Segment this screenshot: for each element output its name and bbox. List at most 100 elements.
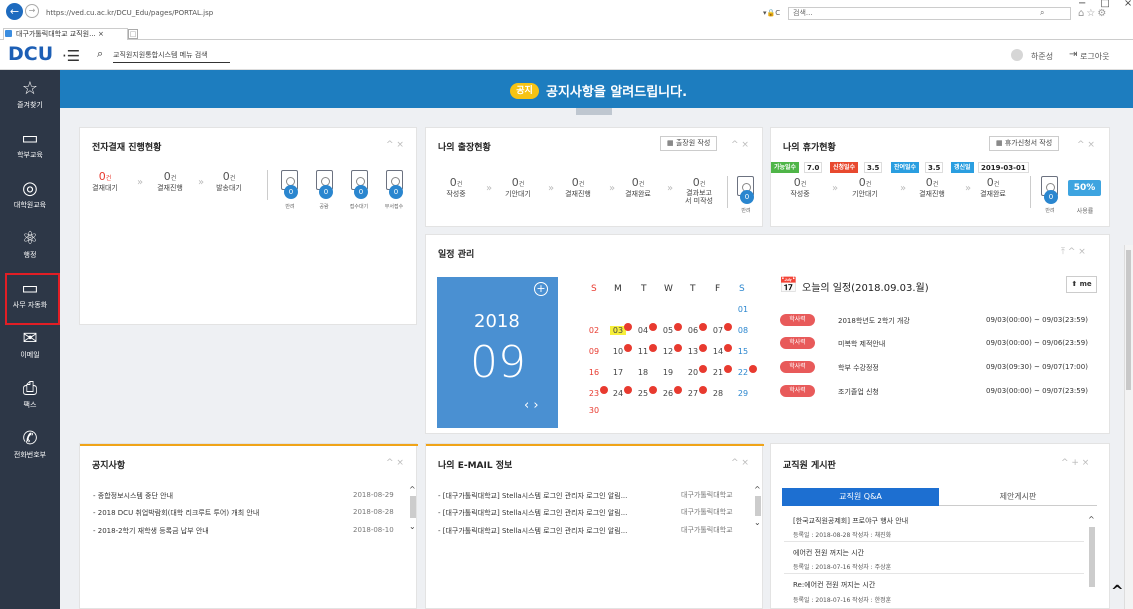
- event-title[interactable]: 조기졸업 신청: [838, 387, 879, 397]
- dcu-logo[interactable]: DCU: [8, 43, 53, 65]
- tab-suggestion-board[interactable]: 제안게시판: [939, 488, 1097, 506]
- browser-tab[interactable]: 대구가톨릭대학교 교직원... ×: [3, 28, 128, 40]
- vacation-count-draft[interactable]: 0건 기안대기: [845, 176, 885, 199]
- address-bar-icons[interactable]: ▾🔒C: [763, 9, 780, 17]
- scrollbar-thumb[interactable]: [755, 496, 761, 516]
- calendar-day[interactable]: 30: [586, 406, 602, 415]
- calendar-day[interactable]: 21: [710, 365, 732, 377]
- calendar-day[interactable]: 20: [685, 365, 707, 377]
- card-collapse-close-icons[interactable]: ^ ×: [386, 458, 404, 468]
- scroll-up-icon[interactable]: ^: [1088, 515, 1095, 524]
- browser-search-input[interactable]: 검색...: [788, 7, 1071, 20]
- calendar-day[interactable]: 09: [586, 347, 602, 356]
- board-post-title[interactable]: [한국교직원공제회] 프로야구 행사 안내: [793, 516, 908, 526]
- scroll-down-icon[interactable]: ⌄: [409, 522, 416, 531]
- trip-write-button[interactable]: ▦ 출장원 작성: [660, 136, 718, 151]
- calendar-day[interactable]: 28: [710, 389, 726, 398]
- calendar-day[interactable]: 17: [610, 368, 626, 377]
- notice-banner[interactable]: 공지 공지사항을 알려드립니다.: [60, 70, 1133, 108]
- email-row[interactable]: - [대구가톨릭대학교] Stella시스템 로그인 관리자 로그인 알림...: [438, 508, 627, 518]
- scroll-up-icon[interactable]: ^: [754, 485, 761, 494]
- vacation-write-button[interactable]: ▦ 휴가신청서 작성: [989, 136, 1060, 151]
- trip-count-report[interactable]: 0건 결과보고서 미작성: [678, 176, 720, 205]
- calendar-day[interactable]: 24: [610, 386, 632, 398]
- menu-search-icon[interactable]: ⌕: [97, 47, 103, 61]
- email-row[interactable]: - [대구가톨릭대학교] Stella시스템 로그인 관리자 로그인 알림...: [438, 491, 627, 501]
- board-post-title[interactable]: 에어컨 전원 꺼지는 시간: [793, 548, 864, 558]
- back-arrow-icon[interactable]: ←: [6, 3, 23, 20]
- calendar-day[interactable]: 25: [635, 386, 657, 398]
- calendar-day[interactable]: 18: [635, 368, 651, 377]
- board-post-title[interactable]: Re:에어컨 전원 꺼지는 시간: [793, 580, 875, 590]
- event-title[interactable]: 미복학 제적안내: [838, 339, 885, 349]
- add-schedule-icon[interactable]: +: [534, 282, 548, 296]
- page-scrollbar-thumb[interactable]: [1126, 250, 1131, 390]
- search-icon[interactable]: ⌕: [1040, 8, 1044, 18]
- calendar-day[interactable]: 12: [660, 344, 682, 356]
- sidebar-item-phonebook[interactable]: ✆ 전화번호부: [0, 428, 60, 460]
- vacation-count-progress[interactable]: 0건 결재진행: [912, 176, 952, 199]
- card-collapse-close-icons[interactable]: ^ ×: [731, 458, 749, 468]
- calendar-day[interactable]: 06: [685, 323, 707, 335]
- me-filter-button[interactable]: ⬆ me: [1066, 276, 1097, 293]
- sidebar-item-fax[interactable]: ⎙ 팩스: [0, 378, 60, 410]
- logout-button[interactable]: 로그아웃: [1080, 51, 1109, 62]
- browser-favorites-icons[interactable]: ⌂☆⚙: [1078, 8, 1108, 19]
- calendar-day[interactable]: 15: [735, 347, 751, 356]
- sidebar-item-graduate[interactable]: ◎ 대학원교육: [0, 178, 60, 210]
- notice-row[interactable]: - 종합정보시스템 중단 안내: [93, 491, 173, 501]
- banner-toggle-tab[interactable]: [576, 108, 612, 115]
- calendar-day[interactable]: 13: [685, 344, 707, 356]
- approval-count-send[interactable]: 0건 발송대기: [211, 170, 247, 193]
- notice-row[interactable]: - 2018 DCU 취업박람회(대학 리크루트 투어) 개최 안내: [93, 508, 259, 518]
- calendar-nav-arrows[interactable]: ‹ ›: [524, 398, 539, 413]
- approval-count-progress[interactable]: 0건 결재진행: [153, 170, 187, 193]
- menu-search-input[interactable]: 교직원지원통합시스템 메뉴 검색: [113, 49, 230, 63]
- card-control-icons[interactable]: ^ + ×: [1061, 458, 1089, 468]
- event-title[interactable]: 2018학년도 2학기 개강: [838, 316, 910, 326]
- trip-count-done[interactable]: 0건 결재완료: [620, 176, 656, 199]
- event-title[interactable]: 학부 수강정정: [838, 363, 879, 373]
- scrollbar-thumb[interactable]: [410, 496, 416, 518]
- email-row[interactable]: - [대구가톨릭대학교] Stella시스템 로그인 관리자 로그인 알림...: [438, 526, 627, 536]
- trip-count-writing[interactable]: 0건 작성중: [439, 176, 473, 199]
- calendar-day[interactable]: 26: [660, 386, 682, 398]
- scroll-down-icon[interactable]: ⌄: [754, 518, 761, 527]
- sidebar-item-favorites[interactable]: ☆ 즐겨찾기: [0, 78, 60, 110]
- sidebar-item-undergrad[interactable]: ▭ 학부교육: [0, 128, 60, 160]
- forward-arrow-icon[interactable]: →: [25, 4, 39, 18]
- calendar-day[interactable]: 01: [735, 305, 751, 314]
- tab-close-icon[interactable]: ×: [98, 30, 104, 38]
- tab-staff-qna[interactable]: 교직원 Q&A: [782, 488, 939, 506]
- new-tab-button[interactable]: □: [128, 29, 138, 39]
- trip-count-draft[interactable]: 0건 기안대기: [498, 176, 538, 199]
- calendar-day[interactable]: 16: [586, 368, 602, 377]
- card-collapse-close-icons[interactable]: ^ ×: [386, 140, 404, 150]
- calendar-day[interactable]: 02: [586, 326, 602, 335]
- calendar-day[interactable]: 14: [710, 344, 732, 356]
- calendar-day[interactable]: 11: [635, 344, 657, 356]
- vacation-count-done[interactable]: 0건 결재완료: [973, 176, 1013, 199]
- calendar-day[interactable]: 29: [735, 389, 751, 398]
- scroll-up-icon[interactable]: ^: [409, 485, 416, 494]
- sidebar-item-email[interactable]: ✉ 이메일: [0, 328, 60, 360]
- approval-count-waiting[interactable]: 0건 결재대기: [88, 170, 122, 193]
- scroll-to-top-icon[interactable]: ^: [1111, 582, 1124, 600]
- card-collapse-close-icons[interactable]: ^ ×: [1077, 140, 1095, 150]
- calendar-day[interactable]: 03: [610, 323, 632, 335]
- calendar-day[interactable]: 05: [660, 323, 682, 335]
- hamburger-menu-icon[interactable]: ·☰: [62, 49, 84, 64]
- scrollbar-thumb[interactable]: [1089, 527, 1095, 587]
- notice-row[interactable]: - 2018-2학기 재학생 등록금 납부 안내: [93, 526, 209, 536]
- calendar-day[interactable]: 04: [635, 323, 657, 335]
- card-control-icons[interactable]: ⤒ ^ ×: [1061, 247, 1086, 257]
- trip-count-progress[interactable]: 0건 결재진행: [560, 176, 596, 199]
- sidebar-item-admin[interactable]: ⚛ 행정: [0, 228, 60, 260]
- calendar-day[interactable]: 19: [660, 368, 676, 377]
- calendar-day[interactable]: 22: [735, 365, 757, 377]
- vacation-count-writing[interactable]: 0건 작성중: [782, 176, 818, 199]
- calendar-day[interactable]: 10: [610, 344, 632, 356]
- logout-icon[interactable]: ⇥: [1069, 49, 1077, 60]
- card-collapse-close-icons[interactable]: ^ ×: [731, 140, 749, 150]
- calendar-day[interactable]: 08: [735, 326, 751, 335]
